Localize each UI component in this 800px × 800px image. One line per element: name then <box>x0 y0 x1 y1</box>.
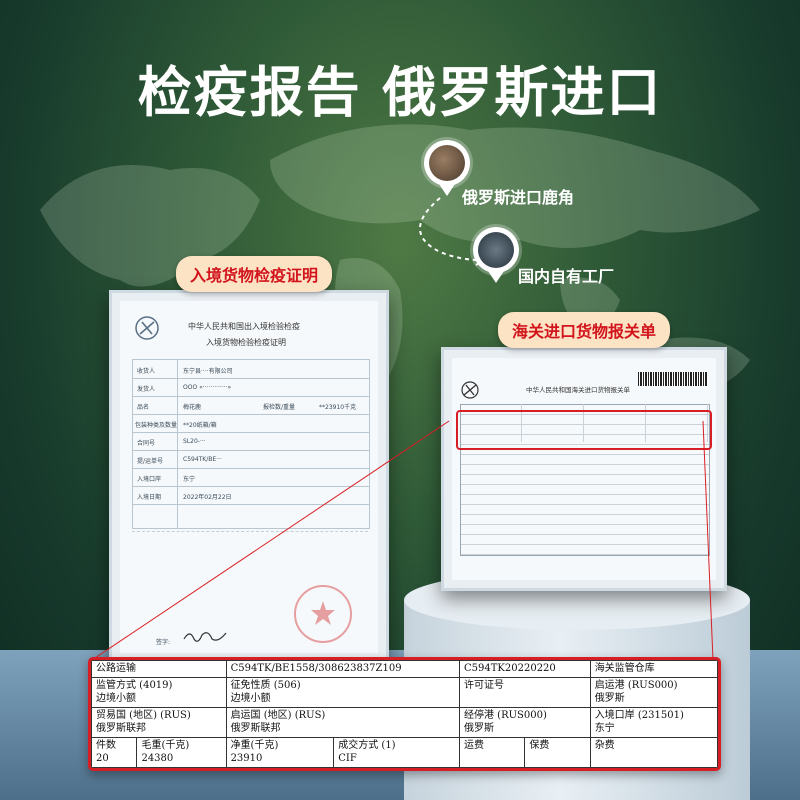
cert-value-packaging: **20纸箱/箱 <box>183 422 217 429</box>
destination-pin-tip <box>488 271 504 283</box>
waybill-number: C594TK/BE1558/308623837Z109 <box>225 660 461 678</box>
declaration-number: C594TK20220220 <box>459 660 591 678</box>
certificate-grid: 收货人 东宁县····有限公司 发货人 OOO «·············» … <box>132 359 370 529</box>
cert-label-waybill: 提/运单号 <box>137 458 164 465</box>
declaration-zoom-panel: 公路运输 C594TK/BE1558/308623837Z109 C594TK2… <box>88 657 721 771</box>
signature-label: 签字: <box>156 639 171 646</box>
cert-label-packaging: 包装种类及数量 <box>135 422 178 429</box>
trade-country-cell: 贸易国 (地区) (RUS) 俄罗斯联邦 <box>91 706 227 738</box>
cert-label-consignor: 发货人 <box>137 386 156 393</box>
entry-port-cell: 入境口岸 (231501) 东宁 <box>589 706 718 738</box>
certificate-header-1: 中华人民共和国出入境检验检疫 <box>188 322 300 331</box>
cert-label-weight: 报检数/重量 <box>263 404 296 411</box>
page-title: 检疫报告 俄罗斯进口 <box>137 61 663 124</box>
barcode <box>638 372 708 386</box>
cert-label-contract: 合同号 <box>137 440 156 447</box>
net-weight-cell: 净重(千克) 23910 <box>225 736 335 768</box>
customs-declaration-frame: 中华人民共和国海关进口货物报关单 <box>441 347 727 591</box>
certificate-header-2: 入境货物检验检疫证明 <box>206 338 286 347</box>
transit-port-cell: 经停港 (RUS000) 俄罗斯 <box>459 706 591 738</box>
customs-declaration-tag: 海关进口货物报关单 <box>498 312 671 348</box>
cert-value-consignee: 东宁县····有限公司 <box>183 368 233 375</box>
official-seal-stamp <box>294 585 352 643</box>
customs-emblem-icon <box>135 316 159 340</box>
freight-cell: 运费 <box>458 736 526 768</box>
cert-value-contract: SL20-··· <box>183 438 206 445</box>
misc-fee-cell: 杂费 <box>589 736 718 768</box>
certificate-remarks-area <box>132 531 368 572</box>
factory-photo-icon <box>473 227 519 273</box>
transport-mode: 公路运输 <box>91 660 227 678</box>
cert-label-port: 入境口岸 <box>137 476 162 483</box>
declaration-header: 中华人民共和国海关进口货物报关单 <box>526 386 630 394</box>
cert-value-date: 2022年02月22日 <box>183 494 232 501</box>
tax-nature-cell: 征免性质 (506) 边境小额 <box>225 676 461 708</box>
product-banner: 检疫报告 俄罗斯进口 俄罗斯进口鹿角 国内自有工厂 中华人民共和国出入境检验检疫… <box>0 0 800 800</box>
cert-value-waybill: C594TK/BE··· <box>183 456 222 463</box>
license-number-cell: 许可证号 <box>459 676 591 708</box>
insurance-cell: 保费 <box>524 736 591 768</box>
origin-country-cell: 启运国 (地区) (RUS) 俄罗斯联邦 <box>225 706 461 738</box>
trade-terms-cell: 成交方式 (1) CIF <box>333 736 460 768</box>
inspection-certificate-frame: 中华人民共和国出入境检验检疫 入境货物检验检疫证明 收货人 东宁县····有限公… <box>109 290 389 664</box>
inspection-certificate-paper: 中华人民共和国出入境检验检疫 入境货物检验检疫证明 收货人 东宁县····有限公… <box>120 301 378 653</box>
declaration-zoom-table: 公路运输 C594TK/BE1558/308623837Z109 C594TK2… <box>91 660 718 768</box>
piece-count-cell: 件数 20 <box>91 736 138 768</box>
deer-antler-photo-icon <box>424 140 470 186</box>
destination-label: 国内自有工厂 <box>518 267 615 286</box>
customs-emblem-icon-2 <box>461 381 479 399</box>
handwritten-signature <box>183 632 227 642</box>
cert-label-date: 入境日期 <box>137 494 162 501</box>
cert-label-consignee: 收货人 <box>137 368 156 375</box>
gross-weight-cell: 毛重(千克) 24380 <box>136 736 227 768</box>
cert-value-product: 梅花鹿 <box>183 404 202 411</box>
cert-label-product: 品名 <box>137 404 150 411</box>
departure-port-cell: 启运港 (RUS000) 俄罗斯 <box>589 676 718 708</box>
supervision-mode-cell: 监管方式 (4019) 边境小额 <box>91 676 227 708</box>
inspection-certificate-tag: 入境货物检疫证明 <box>176 256 333 292</box>
declaration-highlight-box <box>456 410 712 450</box>
cert-value-consignor: OOO «·············» <box>183 384 232 391</box>
cert-value-weight: **23910千克 <box>319 404 357 411</box>
customs-declaration-paper: 中华人民共和国海关进口货物报关单 <box>452 358 716 580</box>
storage-location: 海关监管仓库 <box>589 660 718 678</box>
cert-value-port: 东宁 <box>183 476 196 483</box>
